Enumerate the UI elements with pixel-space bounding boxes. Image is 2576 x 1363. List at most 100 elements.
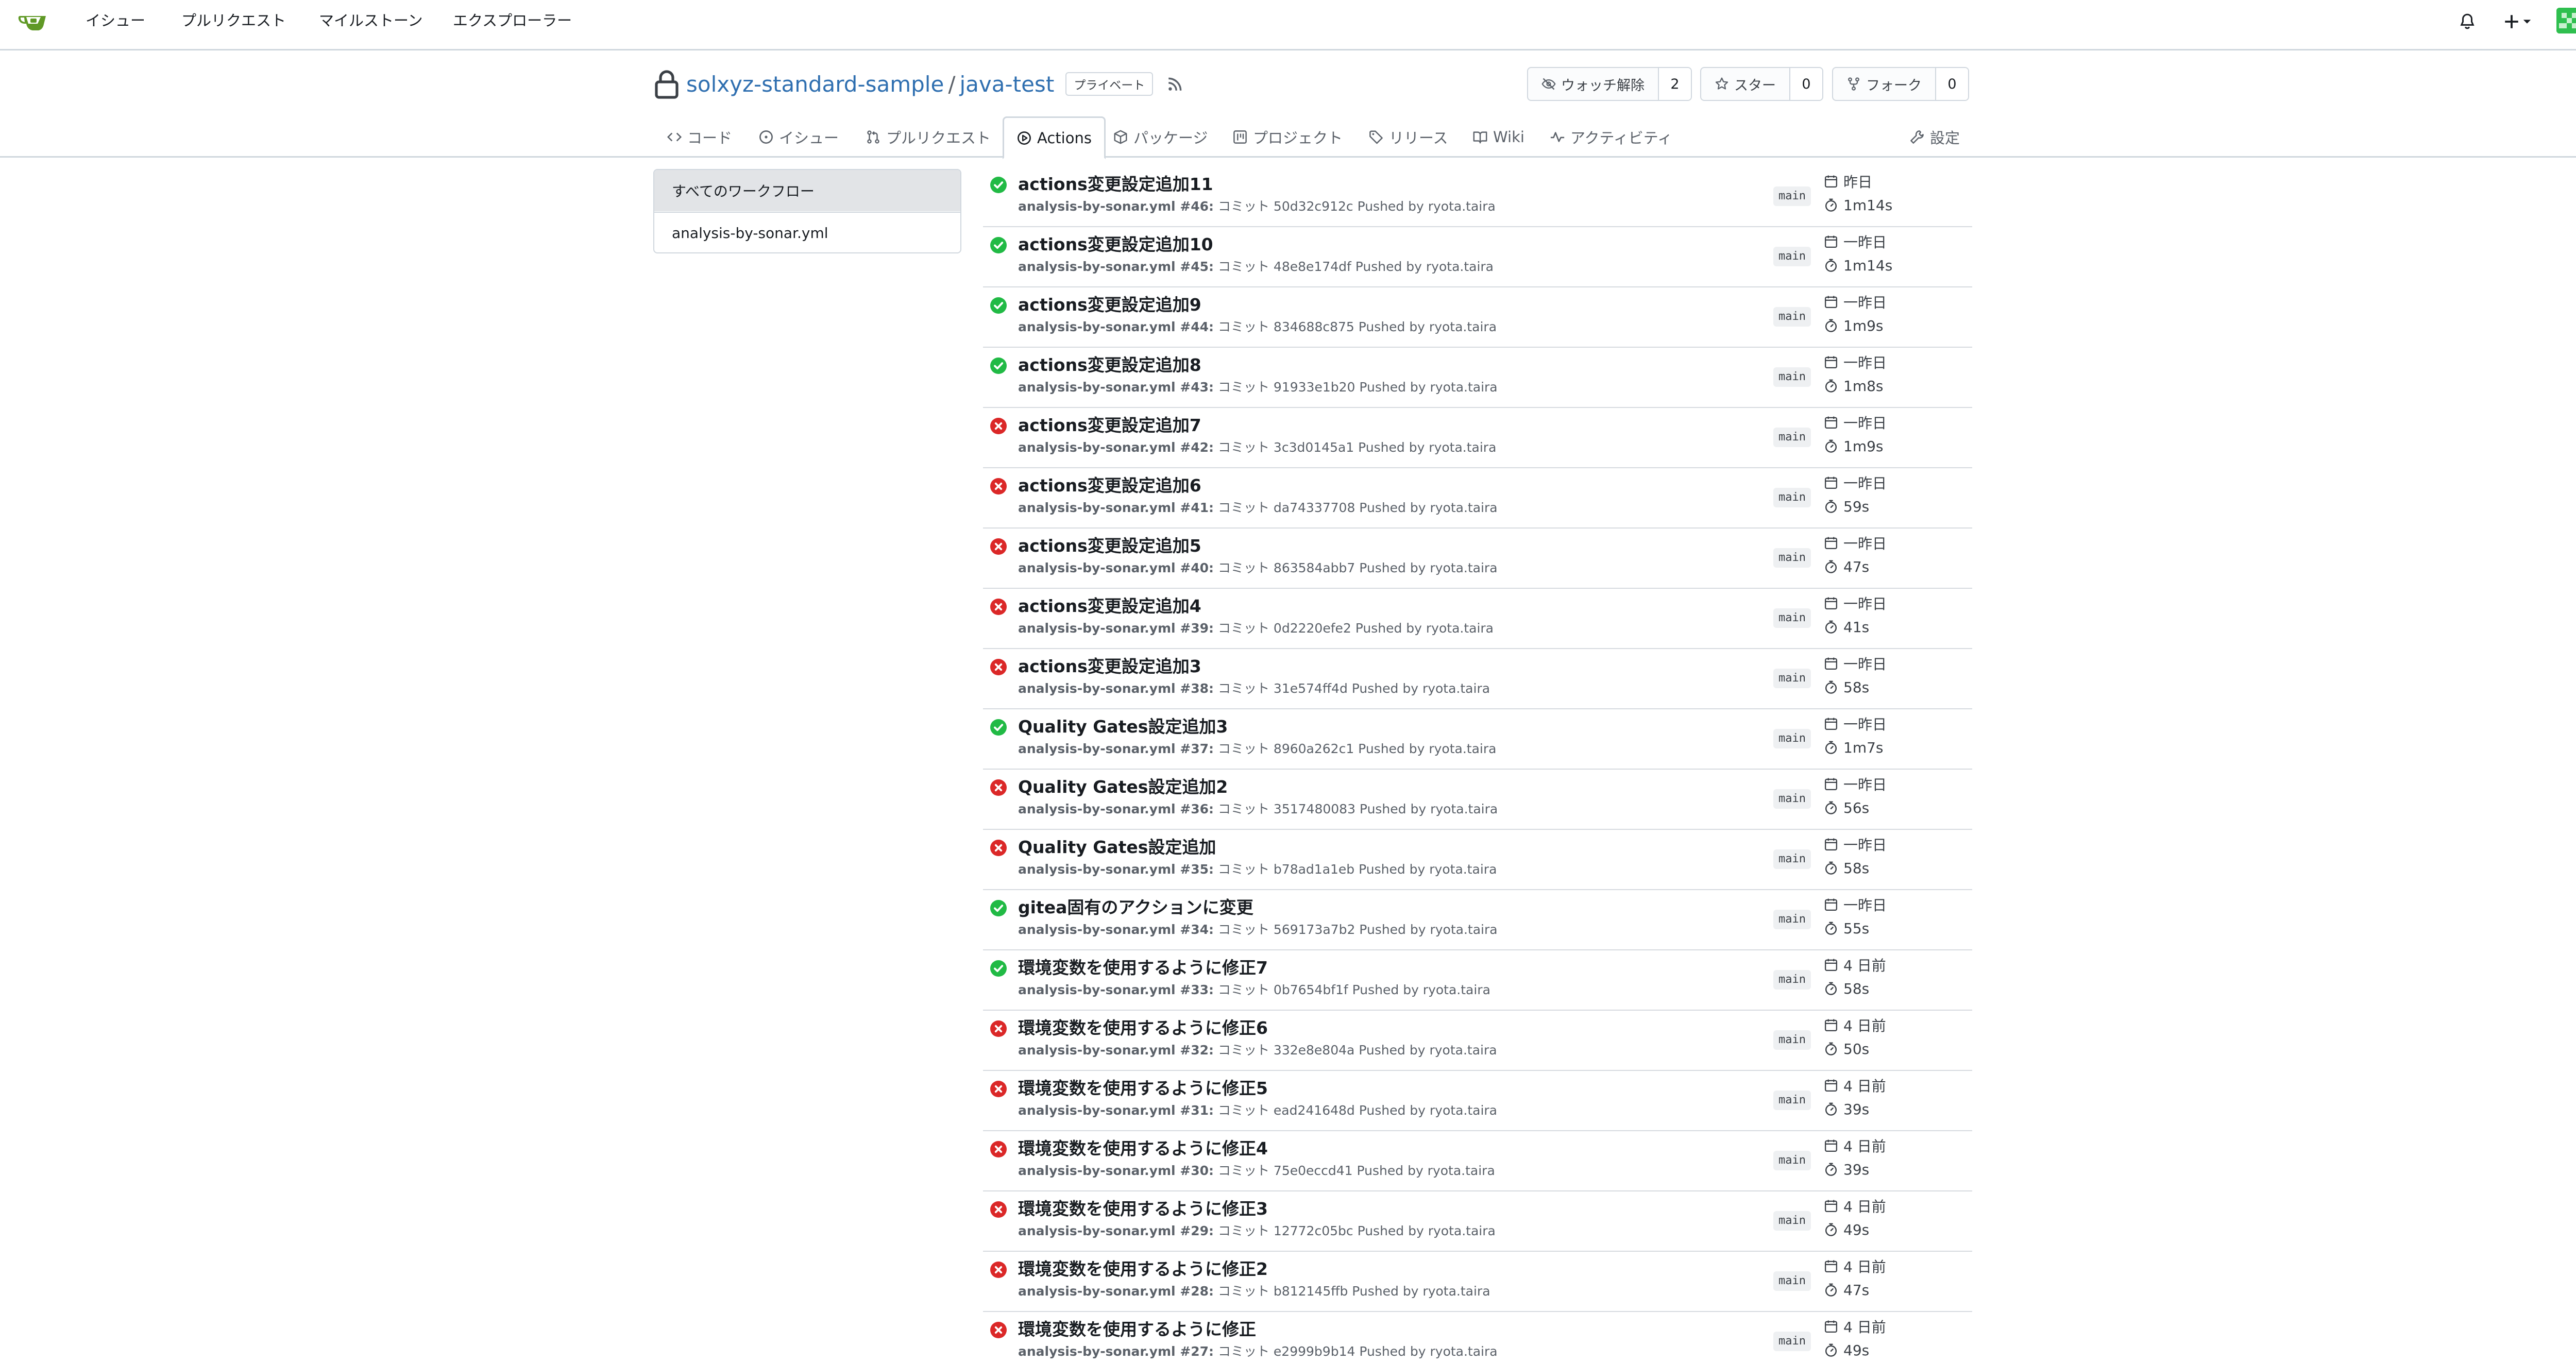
run-title[interactable]: actions変更設定追加10	[1018, 233, 1213, 256]
tab-wiki[interactable]: Wiki	[1472, 116, 1524, 158]
run-row[interactable]: actions変更設定追加11 analysis-by-sonar.yml #46…	[983, 167, 1972, 227]
run-title[interactable]: Quality Gates設定追加	[1018, 836, 1216, 859]
notifications-button[interactable]	[2459, 9, 2476, 34]
run-row[interactable]: Quality Gates設定追加 analysis-by-sonar.yml #…	[983, 830, 1972, 890]
run-title[interactable]: actions変更設定追加5	[1018, 535, 1201, 557]
branch-badge[interactable]: main	[1773, 1332, 1811, 1351]
branch-badge[interactable]: main	[1773, 307, 1811, 327]
run-row[interactable]: 環境変数を使用するように修正7 analysis-by-sonar.yml #33…	[983, 950, 1972, 1011]
branch-badge[interactable]: main	[1773, 608, 1811, 628]
branch-badge[interactable]: main	[1773, 910, 1811, 929]
branch-badge[interactable]: main	[1773, 247, 1811, 266]
fork-button[interactable]: フォーク	[1833, 68, 1936, 100]
branch-badge[interactable]: main	[1773, 1030, 1811, 1050]
tab-pull-requests[interactable]: プルリクエスト	[866, 116, 991, 158]
run-row[interactable]: gitea固有のアクションに変更 analysis-by-sonar.yml #3…	[983, 890, 1972, 950]
branch-badge[interactable]: main	[1773, 729, 1811, 748]
run-duration: 47s	[1824, 556, 1869, 577]
star-count[interactable]: 0	[1790, 68, 1822, 100]
run-row[interactable]: actions変更設定追加3 analysis-by-sonar.yml #38:…	[983, 649, 1972, 709]
repo-owner-link[interactable]: solxyz-standard-sample	[686, 72, 944, 97]
branch-badge[interactable]: main	[1773, 1211, 1811, 1231]
run-row[interactable]: actions変更設定追加8 analysis-by-sonar.yml #43:…	[983, 348, 1972, 408]
run-row[interactable]: actions変更設定追加6 analysis-by-sonar.yml #41:…	[983, 468, 1972, 529]
nav-milestones[interactable]: マイルストーン	[319, 10, 423, 31]
unwatch-button[interactable]: ウォッチ解除	[1528, 68, 1659, 100]
run-row[interactable]: 環境変数を使用するように修正3 analysis-by-sonar.yml #29…	[983, 1191, 1972, 1252]
tab-releases[interactable]: リリース	[1368, 116, 1448, 158]
run-title[interactable]: actions変更設定追加9	[1018, 294, 1201, 316]
run-title[interactable]: 環境変数を使用するように修正2	[1018, 1258, 1268, 1281]
run-commit-info: コミット 31e574ff4d Pushed by ryota.taira	[1214, 681, 1490, 696]
nav-issues[interactable]: イシュー	[86, 10, 145, 31]
run-title[interactable]: Quality Gates設定追加3	[1018, 715, 1228, 738]
run-date: 一昨日	[1824, 593, 1887, 614]
rss-icon[interactable]	[1166, 75, 1184, 93]
run-title[interactable]: gitea固有のアクションに変更	[1018, 896, 1253, 919]
run-title[interactable]: actions変更設定追加3	[1018, 655, 1201, 678]
tab-code[interactable]: コード	[667, 116, 732, 158]
branch-badge[interactable]: main	[1773, 1151, 1811, 1170]
branch-badge[interactable]: main	[1773, 789, 1811, 809]
branch-badge[interactable]: main	[1773, 186, 1811, 206]
run-title[interactable]: 環境変数を使用するように修正5	[1018, 1077, 1268, 1100]
tab-activity[interactable]: アクティビティ	[1550, 116, 1672, 158]
run-title[interactable]: 環境変数を使用するように修正	[1018, 1318, 1256, 1341]
run-row[interactable]: actions変更設定追加5 analysis-by-sonar.yml #40:…	[983, 529, 1972, 589]
tab-actions[interactable]: Actions	[1003, 116, 1106, 159]
run-duration-text: 1m9s	[1843, 437, 1884, 455]
run-row[interactable]: 環境変数を使用するように修正4 analysis-by-sonar.yml #30…	[983, 1131, 1972, 1191]
calendar-icon	[1825, 718, 1837, 730]
repo-name-link[interactable]: java-test	[959, 72, 1054, 97]
run-commit-info: コミット 75e0eccd41 Pushed by ryota.taira	[1214, 1163, 1495, 1178]
run-row[interactable]: 環境変数を使用するように修正2 analysis-by-sonar.yml #28…	[983, 1252, 1972, 1312]
run-row[interactable]: 環境変数を使用するように修正 analysis-by-sonar.yml #27:…	[983, 1312, 1972, 1363]
run-row[interactable]: 環境変数を使用するように修正6 analysis-by-sonar.yml #32…	[983, 1011, 1972, 1071]
run-row[interactable]: 環境変数を使用するように修正5 analysis-by-sonar.yml #31…	[983, 1071, 1972, 1131]
branch-badge[interactable]: main	[1773, 548, 1811, 568]
branch-badge[interactable]: main	[1773, 970, 1811, 990]
star-button[interactable]: スター	[1701, 68, 1790, 100]
run-title[interactable]: actions変更設定追加11	[1018, 173, 1213, 196]
issue-open-icon	[759, 130, 773, 144]
user-avatar[interactable]	[2556, 8, 2576, 33]
nav-pull-requests[interactable]: プルリクエスト	[181, 10, 286, 31]
workflow-all[interactable]: すべてのワークフロー	[654, 170, 960, 211]
run-title[interactable]: 環境変数を使用するように修正7	[1018, 957, 1268, 979]
branch-badge[interactable]: main	[1773, 1091, 1811, 1110]
run-title[interactable]: 環境変数を使用するように修正4	[1018, 1137, 1268, 1160]
branch-badge[interactable]: main	[1773, 849, 1811, 869]
run-title[interactable]: 環境変数を使用するように修正3	[1018, 1198, 1268, 1220]
run-row[interactable]: Quality Gates設定追加3 analysis-by-sonar.yml …	[983, 709, 1972, 770]
run-row[interactable]: actions変更設定追加9 analysis-by-sonar.yml #44:…	[983, 287, 1972, 348]
run-title[interactable]: actions変更設定追加8	[1018, 354, 1201, 377]
nav-explore[interactable]: エクスプローラー	[453, 10, 572, 31]
run-row[interactable]: Quality Gates設定追加2 analysis-by-sonar.yml …	[983, 770, 1972, 830]
package-icon	[1114, 130, 1127, 144]
branch-badge[interactable]: main	[1773, 669, 1811, 688]
branch-badge[interactable]: main	[1773, 488, 1811, 507]
app-root: イシュー プルリクエスト マイルストーン エクスプローラー solxyz-sta…	[0, 0, 2576, 1363]
branch-badge[interactable]: main	[1773, 428, 1811, 447]
fork-count[interactable]: 0	[1936, 68, 1968, 100]
branch-badge[interactable]: main	[1773, 367, 1811, 387]
create-new-menu[interactable]	[2503, 9, 2532, 34]
tab-projects[interactable]: プロジェクト	[1232, 116, 1343, 158]
run-title[interactable]: actions変更設定追加7	[1018, 414, 1201, 437]
x-circle-icon	[990, 1201, 1007, 1218]
run-title[interactable]: 環境変数を使用するように修正6	[1018, 1017, 1268, 1040]
watch-count[interactable]: 2	[1659, 68, 1691, 100]
tab-settings[interactable]: 設定	[1909, 116, 1960, 158]
calendar-icon	[1825, 1019, 1837, 1031]
run-title[interactable]: actions変更設定追加4	[1018, 595, 1201, 618]
run-title[interactable]: Quality Gates設定追加2	[1018, 776, 1228, 798]
tab-issues[interactable]: イシュー	[758, 116, 839, 158]
branch-badge[interactable]: main	[1773, 1271, 1811, 1291]
run-title[interactable]: actions変更設定追加6	[1018, 474, 1201, 497]
run-row[interactable]: actions変更設定追加10 analysis-by-sonar.yml #45…	[983, 227, 1972, 287]
workflow-analysis-by-sonar[interactable]: analysis-by-sonar.yml	[654, 212, 960, 252]
run-row[interactable]: actions変更設定追加7 analysis-by-sonar.yml #42:…	[983, 408, 1972, 468]
run-row[interactable]: actions変更設定追加4 analysis-by-sonar.yml #39:…	[983, 589, 1972, 649]
gitea-logo-icon[interactable]	[17, 10, 48, 35]
tab-packages[interactable]: パッケージ	[1113, 116, 1208, 158]
